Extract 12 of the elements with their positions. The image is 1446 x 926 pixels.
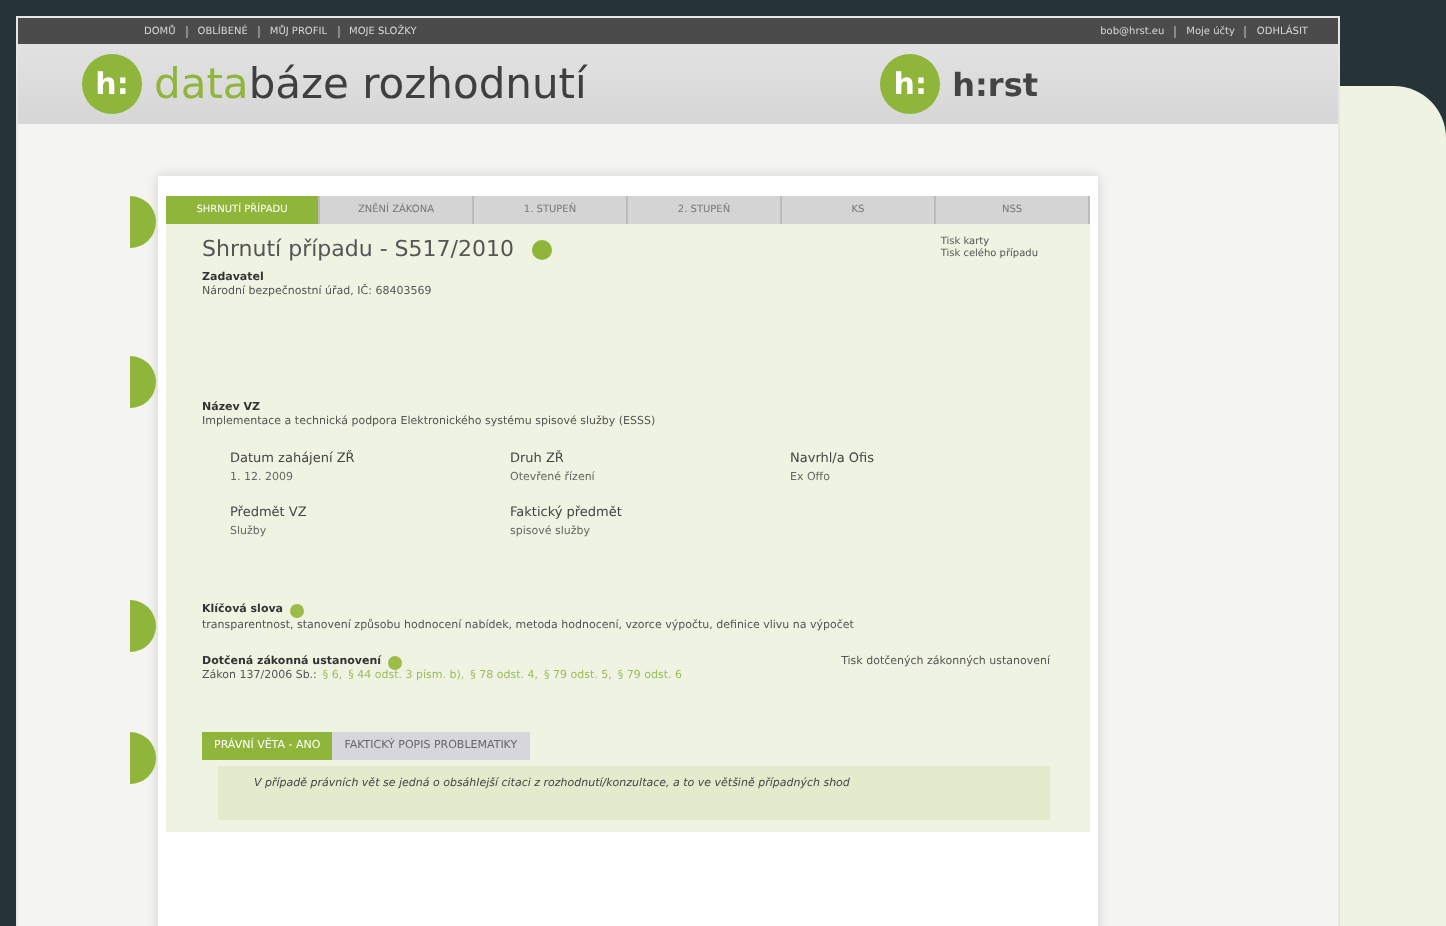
section-marker-icon [130,196,162,248]
info-icon[interactable] [387,655,402,670]
info-icon[interactable] [289,603,304,617]
status-dot-icon [529,237,554,261]
section-marker-icon [130,600,162,652]
section-marker-icon [130,356,162,408]
section-marker-icon [130,732,162,784]
logo-mark: h: [82,54,142,114]
partner-logo-text: h:rst [952,65,1038,103]
partner-logo-mark: h: [880,54,941,114]
site-logo-text: databáze rozhodnutí [154,60,587,108]
case-title: Shrnutí případu - S517/2010 [202,236,514,262]
